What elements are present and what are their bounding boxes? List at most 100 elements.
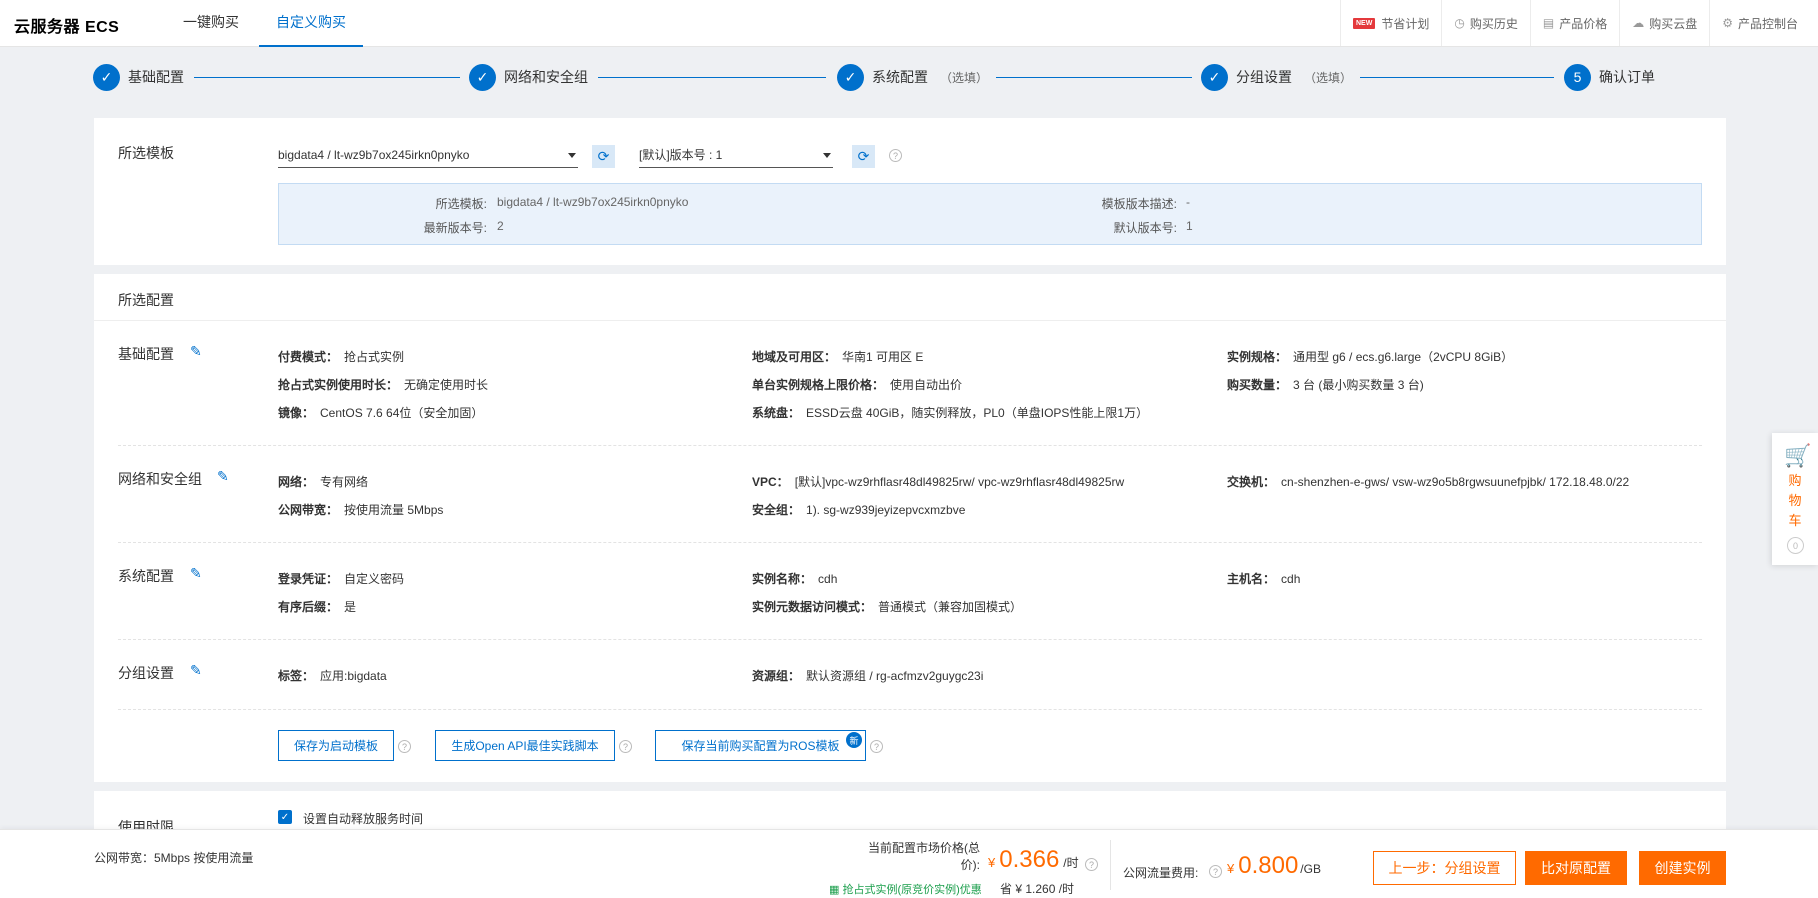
info-value: 2: [497, 219, 504, 233]
top-right-links: NEW 节省计划 ◷ 购买历史 ▤ 产品价格 ☁ 购买云盘 ⚙ 产品控制台: [1339, 0, 1818, 46]
check-icon: ✓: [93, 63, 120, 91]
spot-discount-note: ▦ 抢占式实例(原竞价实例)优惠: [829, 881, 982, 897]
footer-bandwidth: 公网带宽：5Mbps 按使用流量: [94, 851, 254, 865]
kv-quantity: 购买数量： 3 台 (最小购买数量 3 台): [1227, 378, 1424, 392]
top-nav: 云服务器 ECS 一键购买 自定义购买 NEW 节省计划 ◷ 购买历史 ▤ 产品…: [0, 0, 1818, 47]
edit-icon[interactable]: ✎: [190, 662, 202, 679]
version-select[interactable]: [默认]版本号 : 1: [639, 142, 833, 168]
tab-custom-buy[interactable]: 自定义购买: [259, 0, 363, 47]
per-gb: /GB: [1300, 862, 1321, 876]
step-basic[interactable]: ✓ 基础配置: [93, 63, 184, 91]
kv-instance-type: 实例规格： 通用型 g6 / ecs.g6.large（2vCPU 8GiB）: [1227, 350, 1514, 364]
edit-icon[interactable]: ✎: [190, 343, 202, 360]
help-icon[interactable]: ?: [889, 149, 902, 162]
config-title: 所选配置: [118, 292, 174, 308]
product-console-link[interactable]: ⚙ 产品控制台: [1709, 0, 1818, 46]
section-basic-title: 基础配置: [118, 346, 174, 362]
kv-max-price: 单台实例规格上限价格： 使用自动出价: [752, 378, 963, 392]
kv-vpc: VPC： [默认]vpc-wz9rhflasr48dl49825rw/ vpc-w…: [752, 475, 1125, 489]
buy-cloud-disk-label: 购买云盘: [1649, 16, 1698, 31]
kv-hostname: 主机名： cdh: [1227, 572, 1301, 586]
per-hour: /时: [1063, 856, 1079, 870]
step-label: 基础配置: [128, 69, 184, 85]
market-price-label-line: 价):: [960, 858, 980, 872]
purchase-history-link[interactable]: ◷ 购买历史: [1441, 0, 1530, 46]
step-label: 确认订单: [1599, 69, 1655, 85]
info-value: bigdata4 / lt-wz9b7ox245irkn0pnyko: [497, 195, 689, 209]
step-label: 系统配置: [872, 69, 928, 85]
product-price-label: 产品价格: [1559, 16, 1608, 31]
document-icon: ▤: [1542, 16, 1555, 30]
version-select-value: [默认]版本号 : 1: [639, 148, 723, 162]
save-ros-template-button[interactable]: 保存当前购买配置为ROS模板: [655, 730, 866, 761]
config-title-divider: [94, 320, 1726, 321]
selected-config-card: 所选配置 基础配置 ✎ 付费模式： 抢占式实例 地域及可用区： 华南1 可用区 E …: [94, 274, 1726, 782]
step-progress: ✓ 基础配置 ✓ 网络和安全组 ✓ 系统配置 （选填） ✓ 分组设置 （选填） …: [0, 47, 1818, 107]
tab-one-click-buy[interactable]: 一键购买: [166, 0, 256, 47]
help-icon[interactable]: ?: [398, 740, 411, 753]
help-icon[interactable]: ?: [1085, 858, 1098, 871]
step-connector: [1360, 77, 1554, 78]
info-key: 所选模板:: [435, 197, 487, 211]
step-connector: [996, 77, 1192, 78]
section-divider: [118, 709, 1702, 710]
compare-config-button[interactable]: 比对原配置: [1525, 851, 1627, 885]
market-price-label: 当前配置市场价格(总 价):: [860, 840, 980, 874]
purchase-history-label: 购买历史: [1469, 16, 1518, 31]
product-console-label: 产品控制台: [1737, 16, 1798, 31]
gear-icon: ⚙: [1722, 16, 1733, 30]
template-info-box: 所选模板: bigdata4 / lt-wz9b7ox245irkn0pnyko…: [278, 183, 1702, 245]
step-optional: （选填）: [1304, 70, 1353, 85]
kv-bandwidth: 公网带宽： 按使用流量 5Mbps: [278, 503, 444, 517]
section-divider: [118, 542, 1702, 543]
shopping-cart-float[interactable]: 🛒 购 物 车 0: [1772, 433, 1818, 565]
info-key: 模板版本描述:: [1101, 197, 1177, 211]
product-price-link[interactable]: ▤ 产品价格: [1529, 0, 1619, 46]
template-select[interactable]: bigdata4 / lt-wz9b7ox245irkn0pnyko: [278, 142, 578, 168]
generate-openapi-button[interactable]: 生成Open API最佳实践脚本: [435, 730, 615, 761]
savings-plan-link[interactable]: NEW 节省计划: [1339, 0, 1441, 46]
spot-discount-text: 抢占式实例(原竞价实例)优惠: [842, 884, 982, 896]
section-system-title: 系统配置: [118, 568, 174, 584]
step-optional: （选填）: [940, 70, 989, 85]
bottom-bar: 公网带宽：5Mbps 按使用流量 当前配置市场价格(总 价): ¥ 0.366 …: [0, 829, 1818, 898]
check-icon: ✓: [1201, 63, 1228, 91]
kv-tag: 标签： 应用:bigdata: [278, 669, 387, 683]
step-system[interactable]: ✓ 系统配置 （选填）: [837, 63, 988, 91]
new-badge: 新: [846, 732, 862, 748]
edit-icon[interactable]: ✎: [217, 468, 229, 485]
cart-count: 0: [1787, 537, 1804, 554]
step-number: 5: [1564, 63, 1591, 91]
info-value: 1: [1186, 219, 1193, 233]
prev-step-button[interactable]: 上一步：分组设置: [1373, 851, 1516, 885]
buy-cloud-disk-link[interactable]: ☁ 购买云盘: [1619, 0, 1709, 46]
kv-ordered-suffix: 有序后缀：是: [278, 600, 357, 614]
cart-label: 物: [1788, 493, 1802, 508]
edit-icon[interactable]: ✎: [190, 565, 202, 582]
market-price: ¥ 0.366 /时: [988, 846, 1079, 874]
traffic-price-value: 0.800: [1238, 852, 1299, 879]
traffic-price: ¥ 0.800 /GB: [1227, 852, 1321, 880]
currency-symbol: ¥: [1227, 861, 1235, 876]
price-value: 0.366: [999, 846, 1060, 873]
chevron-down-icon: [568, 153, 576, 158]
step-group[interactable]: ✓ 分组设置 （选填）: [1201, 63, 1352, 91]
create-instance-button[interactable]: 创建实例: [1639, 851, 1726, 885]
refresh-icon[interactable]: ⟳: [852, 145, 875, 168]
currency-symbol: ¥: [988, 855, 996, 870]
step-network[interactable]: ✓ 网络和安全组: [469, 63, 588, 91]
section-divider: [118, 445, 1702, 446]
help-icon[interactable]: ?: [1209, 865, 1222, 878]
traffic-fee-label: 公网流量费用:: [1123, 866, 1199, 880]
refresh-icon[interactable]: ⟳: [592, 145, 615, 168]
auto-release-checkbox[interactable]: ✓: [278, 810, 292, 824]
kv-vswitch: 交换机： cn-shenzhen-e-gws/ vsw-wz9o5b8rgwsuu…: [1227, 475, 1630, 489]
kv-metadata-mode: 实例元数据访问模式： 普通模式（兼容加固模式）: [752, 600, 1023, 614]
kv-image: 镜像： CentOS 7.6 64位（安全加固）: [278, 406, 484, 420]
check-icon: ✓: [837, 63, 864, 91]
savings-plan-label: 节省计划: [1381, 16, 1430, 31]
cloud-icon: ☁: [1632, 16, 1645, 30]
help-icon[interactable]: ?: [870, 740, 883, 753]
save-launch-template-button[interactable]: 保存为启动模板: [278, 730, 394, 761]
help-icon[interactable]: ?: [619, 740, 632, 753]
